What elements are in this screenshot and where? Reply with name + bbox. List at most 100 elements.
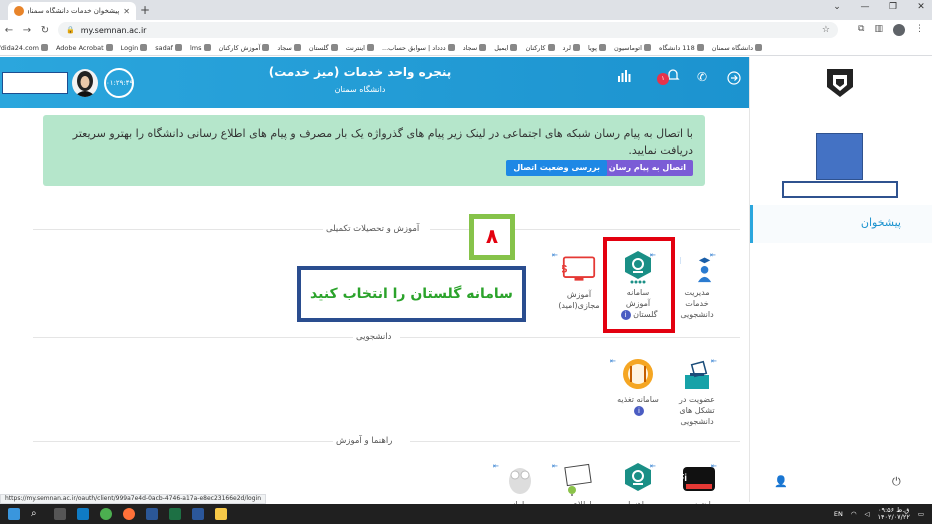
profile-photo-placeholder [816, 133, 863, 180]
back-icon[interactable]: ← [0, 25, 18, 36]
bookmark-icon [366, 44, 374, 51]
bookmark-item[interactable]: کارکنان [525, 44, 555, 52]
bookmark-item[interactable]: اینترنت [346, 44, 374, 52]
lms-icon: LMS [562, 252, 596, 286]
wifi-icon[interactable]: ◠ [851, 510, 857, 518]
service-lms[interactable]: LMS آموزش مجازی(امید) [555, 252, 603, 311]
service-notice[interactable]: اطلاعیه [555, 462, 603, 510]
word-icon[interactable] [192, 508, 204, 520]
page-subtitle: دانشگاه سمنان [334, 85, 386, 94]
excel-icon[interactable] [169, 508, 181, 520]
section-title-student: دانشجویی [356, 332, 392, 342]
logout-arrow-icon[interactable] [727, 71, 741, 88]
service-student-orgs[interactable]: عضویت در تشکل های دانشجویی [673, 357, 721, 427]
bookmark-label: lms [189, 43, 202, 52]
bookmark-item[interactable]: پویا [588, 44, 606, 52]
bookmark-item[interactable]: اتوماسیون [614, 44, 651, 52]
pin-icon[interactable]: ⇤ [552, 251, 558, 259]
connect-messenger-button[interactable]: اتصال به پیام رسان [601, 160, 693, 176]
bookmark-item[interactable]: sadaf [155, 44, 182, 52]
forward-icon[interactable]: → [18, 25, 36, 36]
chevron-down-icon[interactable]: ⌄ [832, 2, 842, 12]
srm-icon: SRM [680, 250, 714, 284]
bookmark-item[interactable]: ایمیل [494, 43, 518, 52]
bookmark-label: ایمیل [494, 43, 509, 52]
pin-icon[interactable]: ⇤ [711, 357, 717, 365]
clock[interactable]: ۰۹:۵۶ ق.ظ ۱۴۰۲/۰۷/۲۲ [878, 507, 910, 521]
section-title-education: آموزش و تحصیلات تکمیلی [326, 224, 420, 234]
windows-start-icon[interactable] [8, 508, 20, 520]
browser-tab[interactable]: پیشخوان خدمات دانشگاه سمنان ✕ [8, 2, 136, 20]
maximize-icon[interactable]: ❐ [888, 2, 898, 12]
section-divider [33, 441, 333, 442]
minimize-icon[interactable]: — [860, 2, 870, 12]
bookmark-item[interactable]: دانشگاه سمنان [712, 44, 762, 52]
bookmark-icon [696, 44, 704, 51]
bookmark-icon [40, 44, 48, 51]
bookmark-item[interactable]: https://dida24.com/ [0, 44, 48, 52]
bookmark-item[interactable]: Adobe Acrobat [56, 44, 113, 52]
pin-icon[interactable]: ⇤ [711, 462, 717, 470]
notice-text: با اتصال به پیام رسان شبکه های اجتماعی د… [72, 127, 693, 157]
bookmark-label: Login [120, 43, 139, 52]
profile-name-placeholder [782, 181, 898, 198]
bookmark-star-icon[interactable]: ☆ [822, 25, 830, 35]
menu-icon[interactable]: ⋮ [915, 24, 924, 36]
reload-icon[interactable]: ↻ [36, 25, 54, 36]
file-explorer-icon[interactable] [215, 508, 227, 520]
bookmark-item[interactable]: lms [190, 44, 211, 52]
notifications-icon[interactable]: ▭ [918, 510, 924, 518]
firefox-icon[interactable] [123, 508, 135, 520]
chart-icon[interactable] [617, 70, 631, 85]
power-icon[interactable]: ⏻ [892, 475, 901, 489]
bookmark-label: ددداد | سوابق حساب... [381, 43, 446, 52]
system-tray: EN ◠ ◁ ۰۹:۵۶ ق.ظ ۱۴۰۲/۰۷/۲۲ ▭ [834, 507, 924, 521]
bookmark-label: اتوماسیون [613, 43, 642, 52]
bookmark-label: sadaf [155, 43, 173, 52]
bookmark-item[interactable]: گلستان [309, 44, 338, 52]
sidebar-item-dashboard[interactable]: پیشخوان [750, 205, 932, 243]
new-tab-icon[interactable]: + [140, 3, 150, 17]
bookmarks-bar: دانشگاه سمنان 118 دانشگاه اتوماسیون پویا لرد… [0, 40, 932, 56]
user-icon[interactable]: 👤 [774, 475, 788, 488]
extensions-icon[interactable]: ⧉ [858, 24, 864, 36]
close-window-icon[interactable]: ✕ [916, 2, 926, 12]
chrome-icon[interactable] [100, 508, 112, 520]
check-connection-button[interactable]: بررسی وضعیت اتصال [506, 160, 607, 176]
bookmark-item[interactable]: ددداد | سوابق حساب... [382, 44, 455, 52]
service-food[interactable]: سامانه تغذیه i [614, 357, 662, 416]
phone-icon[interactable]: ✆ [697, 70, 707, 84]
pin-icon[interactable]: ⇤ [650, 462, 656, 470]
bookmark-item[interactable]: لرد [563, 44, 580, 52]
bookmark-item[interactable]: سجاد [277, 44, 301, 52]
user-avatar[interactable] [72, 69, 98, 97]
pin-icon[interactable]: ⇤ [610, 357, 616, 365]
bookmark-icon [479, 44, 487, 51]
service-owl[interactable]: سامانه [496, 462, 544, 510]
search-icon[interactable]: ⌕ [31, 508, 43, 520]
close-tab-icon[interactable]: ✕ [123, 7, 130, 16]
right-sidebar: پیشخوان 👤 ⏻ [749, 57, 932, 502]
pin-icon[interactable]: ⇤ [493, 462, 499, 470]
bookmark-item[interactable]: سجاد [463, 44, 487, 52]
bookmark-item[interactable]: Login [121, 44, 148, 52]
address-bar[interactable]: 🔒 my.semnan.ac.ir ☆ [58, 22, 838, 38]
edge-icon[interactable] [77, 508, 89, 520]
bookmark-label: لرد [562, 43, 571, 52]
bookmark-item[interactable]: آموزش کارکنان [219, 44, 270, 52]
volume-icon[interactable]: ◁ [865, 510, 870, 518]
app-icon[interactable] [146, 508, 158, 520]
svg-text:WiFi: WiFi [682, 473, 687, 484]
lock-icon[interactable]: 🔒 [66, 26, 75, 34]
service-srm[interactable]: SRM مدیریت خدمات دانشجویی [673, 250, 721, 320]
svg-text:SRM: SRM [680, 256, 681, 267]
sidepanel-icon[interactable]: ▥ [874, 24, 883, 36]
pin-icon[interactable]: ⇤ [552, 462, 558, 470]
profile-avatar[interactable] [893, 24, 905, 36]
info-icon[interactable]: i [634, 406, 644, 416]
pin-icon[interactable]: ⇤ [710, 251, 716, 259]
language-indicator[interactable]: EN [834, 510, 843, 518]
site-header: ۰۱:۲۹:۴۹ پنجره واحد خدمات (میز خدمت) دان… [0, 57, 749, 108]
bookmark-item[interactable]: 118 دانشگاه [659, 44, 704, 52]
task-view-icon[interactable] [54, 508, 66, 520]
